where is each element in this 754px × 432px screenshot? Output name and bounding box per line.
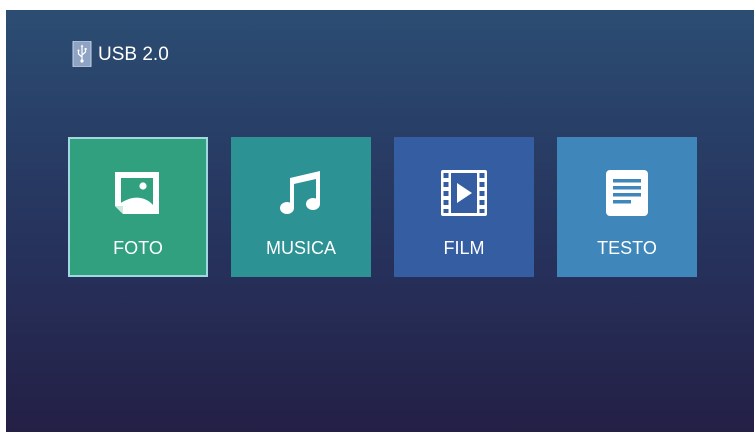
usb-drive-icon (72, 41, 92, 67)
usb-media-menu-screen: USB 2.0 FOTO MUSICA FILM TESTO (6, 10, 754, 432)
tile-foto[interactable]: FOTO (68, 137, 208, 277)
tile-musica[interactable]: MUSICA (231, 137, 371, 277)
film-icon (439, 168, 489, 218)
tile-foto-label: FOTO (113, 238, 163, 258)
usb-source-indicator: USB 2.0 (72, 40, 169, 68)
usb-source-label: USB 2.0 (98, 43, 169, 65)
tile-testo-label: TESTO (597, 238, 657, 258)
music-note-icon (276, 168, 326, 218)
text-document-icon (602, 168, 652, 218)
photo-icon (113, 168, 163, 218)
tile-film[interactable]: FILM (394, 137, 534, 277)
tile-testo[interactable]: TESTO (557, 137, 697, 277)
tile-film-label: FILM (443, 238, 485, 258)
tile-musica-label: MUSICA (265, 238, 336, 258)
